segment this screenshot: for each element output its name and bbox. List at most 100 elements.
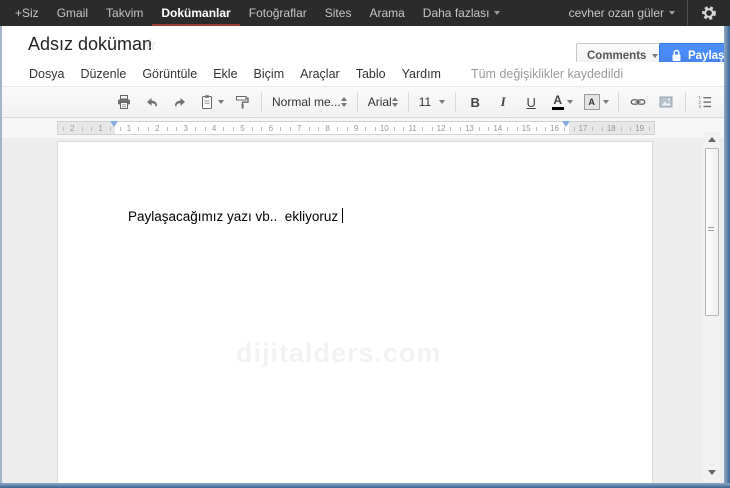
text-color-icon: A [551, 94, 564, 110]
google-black-bar: +Siz Gmail Takvim Dokümanlar Fotoğraflar [0, 0, 730, 26]
gear-icon [700, 4, 718, 22]
font-size-select[interactable]: 11 [414, 90, 450, 114]
clipboard-icon [199, 94, 215, 110]
topbar-item-label: Arama [369, 6, 405, 20]
user-name: cevher ozan güler [568, 6, 664, 20]
print-icon [116, 94, 132, 110]
topbar-item-label: Dokümanlar [161, 6, 231, 20]
scroll-up-arrow-icon[interactable] [708, 137, 716, 142]
toolbar-divider [356, 92, 358, 112]
chevron-down-icon [669, 11, 675, 15]
italic-icon: I [500, 94, 506, 109]
paste-button[interactable] [195, 89, 227, 115]
comments-button-label: Comments [587, 49, 647, 62]
document-text[interactable]: Paylaşacağımız yazı vb.. ekliyoruz [128, 208, 344, 224]
toolbar-divider [261, 92, 262, 112]
document-title[interactable]: Adsız doküman [28, 34, 152, 55]
svg-text:3: 3 [699, 104, 702, 109]
settings-button[interactable] [688, 0, 730, 26]
underline-button[interactable]: U [518, 89, 544, 115]
lock-icon [671, 49, 682, 62]
topbar-right: cevher ozan güler [557, 0, 730, 26]
text-color-button[interactable]: A [546, 89, 578, 115]
menu-item[interactable]: Düzenle [72, 65, 134, 83]
insert-image-button[interactable] [653, 89, 679, 115]
numbered-list-button[interactable]: 123 [692, 89, 718, 115]
image-icon [658, 94, 674, 110]
ruler-tick-label: 12 [426, 122, 456, 134]
toolbar-divider [407, 92, 409, 112]
vertical-scrollbar[interactable] [703, 132, 720, 482]
window-border-right [724, 26, 730, 488]
menu-item[interactable]: Tablo [348, 65, 394, 83]
topbar-item[interactable]: +Siz [6, 0, 48, 26]
font-select[interactable]: Arial [363, 90, 403, 114]
underline-icon: U [526, 94, 536, 110]
left-indent-marker[interactable] [110, 121, 118, 127]
scroll-down-arrow-icon[interactable] [708, 470, 716, 475]
topbar-item-label: Fotoğraflar [248, 6, 307, 20]
chevron-down-icon [602, 100, 609, 104]
numbered-list-icon: 123 [697, 94, 713, 110]
paint-format-button[interactable] [229, 89, 255, 115]
text-cursor [342, 208, 344, 223]
right-indent-marker[interactable] [562, 121, 570, 127]
ruler-tick-label: 2 [58, 122, 87, 134]
menu-item[interactable]: Ekle [205, 65, 245, 83]
print-button[interactable] [111, 89, 137, 115]
menu-item[interactable]: Görüntüle [134, 65, 205, 83]
highlight-color-button[interactable]: A [580, 89, 612, 115]
topbar-item[interactable]: Takvim [97, 0, 152, 26]
italic-button[interactable]: I [490, 89, 516, 115]
ruler-tick-label: 17 [568, 122, 598, 134]
ruler-tick-label: 6 [256, 122, 285, 134]
document-canvas: dijitalders.com Paylaşacağımız yazı vb..… [0, 138, 730, 483]
menu-item[interactable]: Araçlar [292, 65, 348, 83]
ruler-tick-label: 18 [597, 122, 626, 134]
menu-item[interactable]: Dosya [21, 65, 72, 83]
chevron-down-icon [217, 100, 224, 104]
topbar-item[interactable]: Sites [316, 0, 361, 26]
bold-button[interactable]: B [462, 89, 488, 115]
ruler-tick-label: 10 [370, 122, 399, 134]
menu-item[interactable]: Biçim [246, 65, 293, 83]
window-border-left [0, 26, 2, 483]
undo-button[interactable] [139, 89, 165, 115]
updown-icon [391, 97, 398, 107]
document-page[interactable]: dijitalders.com Paylaşacağımız yazı vb..… [57, 141, 653, 483]
chevron-down-icon [652, 53, 659, 58]
undo-icon [144, 94, 160, 110]
ruler-tick-label: 2 [143, 122, 172, 134]
topbar-item[interactable]: Fotoğraflar [240, 0, 316, 26]
topbar-item-label: Takvim [106, 6, 144, 20]
ruler: 2 1 1 2 3 4 5 6 7 8 9 10 11 12 13 14 15 … [0, 118, 730, 138]
ruler-tick-label: 1 [114, 122, 144, 134]
paragraph-style-select[interactable]: Normal me... [267, 90, 352, 114]
paragraph-style-value: Normal me... [272, 95, 341, 109]
topbar-item[interactable]: Arama [360, 0, 413, 26]
ruler-tick-label: 5 [228, 122, 257, 134]
ruler-tick-label: 15 [512, 122, 541, 134]
ruler-tick-label: 8 [313, 122, 342, 134]
topbar-item[interactable]: Gmail [48, 0, 97, 26]
ruler-tick-label: 4 [199, 122, 229, 134]
updown-icon [340, 97, 347, 107]
ruler-tick-label: 3 [171, 122, 200, 134]
redo-button[interactable] [167, 89, 193, 115]
highlight-color-icon: A [583, 94, 600, 110]
ruler-tick-label: 19 [625, 122, 654, 134]
topbar-item[interactable]: Daha fazlası [414, 0, 509, 26]
insert-link-button[interactable] [625, 89, 651, 115]
star-icon[interactable]: ☆ [143, 35, 157, 55]
menu-item[interactable]: Yardım [394, 65, 449, 83]
ruler-tick-label: 13 [455, 122, 484, 134]
link-icon [630, 94, 646, 110]
window-border-bottom [0, 483, 730, 488]
scrollbar-thumb[interactable] [705, 148, 719, 316]
ruler-tick-label: 14 [483, 122, 512, 134]
share-button-label: Paylaş [688, 49, 725, 62]
toolbar-divider [455, 92, 457, 112]
topbar-item-label: Gmail [56, 6, 89, 20]
account-menu[interactable]: cevher ozan güler [557, 0, 687, 26]
topbar-item[interactable]: Dokümanlar [152, 0, 239, 26]
